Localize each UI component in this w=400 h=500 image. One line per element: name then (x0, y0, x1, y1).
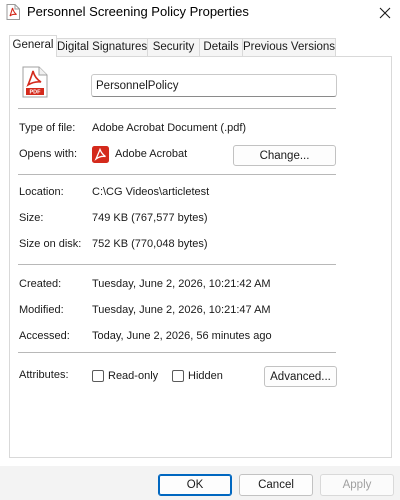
general-panel (9, 56, 392, 458)
pdf-file-icon (6, 4, 20, 20)
hidden-label[interactable]: Hidden (188, 370, 223, 382)
read-only-checkbox[interactable] (92, 370, 104, 382)
tab-general[interactable]: General (9, 35, 57, 57)
created-label: Created: (19, 278, 62, 290)
pdf-file-icon: PDF (22, 66, 48, 98)
size-label: Size: (19, 212, 44, 224)
advanced-button[interactable]: Advanced... (264, 366, 337, 387)
cancel-button[interactable]: Cancel (239, 474, 313, 496)
type-of-file-value: Adobe Acrobat Document (.pdf) (92, 122, 247, 134)
tab-previous-versions[interactable]: Previous Versions (242, 38, 336, 56)
change-button[interactable]: Change... (233, 145, 336, 166)
separator (18, 108, 336, 109)
size-value: 749 KB (767,577 bytes) (92, 212, 208, 224)
accessed-value: Today, June 2, 2026, 56 minutes ago (92, 330, 272, 342)
title-bar: Personnel Screening Policy Properties (0, 0, 400, 26)
window-title: Personnel Screening Policy Properties (27, 4, 249, 19)
ok-button[interactable]: OK (158, 474, 232, 496)
acrobat-icon (92, 146, 109, 163)
apply-button[interactable]: Apply (320, 474, 394, 496)
separator (18, 174, 336, 175)
attributes-label: Attributes: (19, 369, 69, 381)
tab-digital-signatures[interactable]: Digital Signatures (56, 38, 148, 56)
created-value: Tuesday, June 2, 2026, 10:21:42 AM (92, 278, 271, 290)
modified-value: Tuesday, June 2, 2026, 10:21:47 AM (92, 304, 271, 316)
type-of-file-label: Type of file: (19, 122, 76, 134)
opens-with-label: Opens with: (19, 148, 78, 160)
file-name-input[interactable] (91, 74, 337, 97)
size-on-disk-value: 752 KB (770,048 bytes) (92, 238, 208, 250)
separator (18, 264, 336, 265)
size-on-disk-label: Size on disk: (19, 238, 82, 250)
hidden-checkbox[interactable] (172, 370, 184, 382)
tab-security[interactable]: Security (147, 38, 200, 56)
pdf-icon-text: PDF (30, 90, 42, 96)
accessed-label: Accessed: (19, 330, 70, 342)
read-only-label[interactable]: Read-only (108, 370, 158, 382)
close-button[interactable] (370, 1, 400, 25)
opens-with-value: Adobe Acrobat (115, 148, 188, 160)
separator (18, 352, 336, 353)
location-label: Location: (19, 186, 64, 198)
location-value: C:\CG Videos\articletest (92, 186, 210, 198)
close-icon (379, 7, 391, 19)
tab-details[interactable]: Details (199, 38, 243, 56)
modified-label: Modified: (19, 304, 64, 316)
